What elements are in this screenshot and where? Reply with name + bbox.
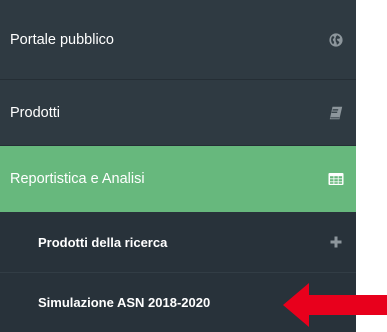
table-icon [328,171,344,187]
globe-icon [328,32,344,48]
red-arrow-icon [283,283,387,327]
sidebar-item-reportistica-e-analisi[interactable]: Reportistica e Analisi [0,146,356,212]
sidebar-item-prodotti[interactable]: Prodotti [0,80,356,146]
plus-icon [328,234,344,250]
book-icon [328,105,344,121]
submenu-item-label: Prodotti della ricerca [38,234,168,250]
submenu-item-prodotti-della-ricerca[interactable]: Prodotti della ricerca [0,212,356,273]
sidebar-item-label: Reportistica e Analisi [10,171,145,187]
sidebar-item-label: Portale pubblico [10,31,114,48]
sidebar-item-portale-pubblico[interactable]: Portale pubblico [0,0,356,80]
submenu-item-label: Simulazione ASN 2018-2020 [38,295,211,310]
sidebar-item-label: Prodotti [10,104,60,121]
